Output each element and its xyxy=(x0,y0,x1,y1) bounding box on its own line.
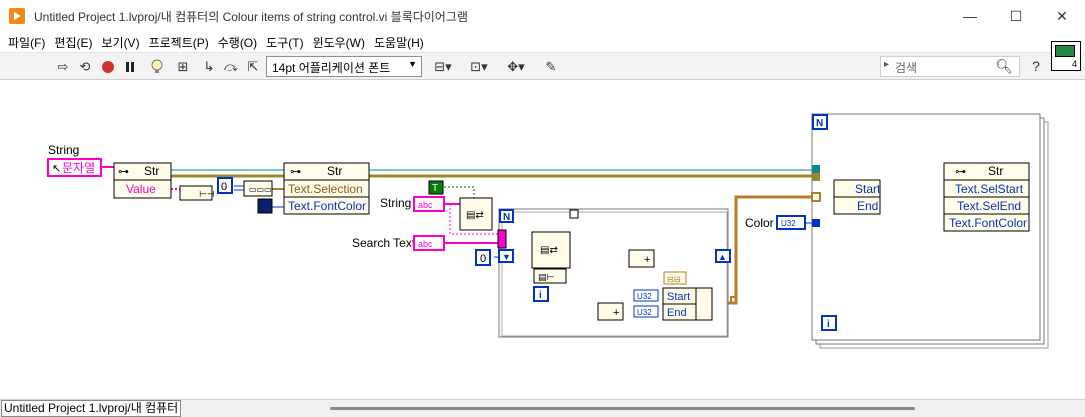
const-zero-value: 0 xyxy=(221,181,227,193)
run-arrow-icon[interactable]: ⇨ xyxy=(54,58,72,76)
string-terminal-label: 문자열 xyxy=(62,161,95,175)
const-zero-loop-value: 0 xyxy=(480,253,486,265)
down-arrow-icon: ▼ xyxy=(502,252,511,262)
title-bar: Untitled Project 1.lvproj/내 컴퓨터의 Colour … xyxy=(0,0,1085,32)
menu-operate[interactable]: 수행(O) xyxy=(214,34,261,51)
bundle-end-label: End xyxy=(667,307,687,319)
status-bar: Untitled Project 1.lvproj/내 컴퓨터 xyxy=(0,399,1085,417)
abc-glyph-2: abc xyxy=(418,239,433,249)
text-selend-label: Text.SelEnd xyxy=(957,199,1021,213)
menu-window[interactable]: 윈도우(W) xyxy=(309,34,369,51)
i-glyph-1: i xyxy=(539,290,542,301)
color-u32-label: U32 xyxy=(781,219,796,228)
search-input[interactable]: ▸ 검색 🔍︎ xyxy=(880,56,1020,77)
close-button[interactable]: ✕ xyxy=(1039,0,1085,32)
step-over-icon[interactable]: ⤼ xyxy=(222,58,240,76)
boolean-wire[interactable] xyxy=(444,186,475,198)
toolbar: ⇨ ⟲ ⊞ ↳ ⤼ ⇱ 14pt 어플리케이션 폰트 ▼ ⊟▾ ⊡▾ ✥▾ ✎ … xyxy=(0,52,1085,80)
align-objects-icon[interactable]: ⊟▾ xyxy=(430,58,456,76)
minimize-button[interactable]: — xyxy=(947,0,993,32)
distribute-objects-icon[interactable]: ⊡▾ xyxy=(466,58,492,76)
reorder-icon[interactable]: ✥▾ xyxy=(503,58,529,76)
menu-view[interactable]: 보기(V) xyxy=(97,34,143,51)
window-title: Untitled Project 1.lvproj/내 컴퓨터의 Colour … xyxy=(34,9,468,24)
u32-label-2: U32 xyxy=(637,308,652,317)
property-node-refnum-icon: ⊶ xyxy=(290,166,301,178)
string-control-label: String xyxy=(48,143,79,157)
unbundle-start-label: Start xyxy=(855,182,881,196)
up-arrow-icon: ▲ xyxy=(718,252,727,262)
color-box-constant[interactable] xyxy=(257,198,273,214)
u32-label-1: U32 xyxy=(637,292,652,301)
retain-wire-values-icon[interactable]: ⊞ xyxy=(174,58,192,76)
true-constant-label: T xyxy=(432,183,438,194)
property-node-2-class: Str xyxy=(327,164,342,178)
menu-file[interactable]: 파일(F) xyxy=(4,34,49,51)
font-select-value: 14pt 어플리케이션 폰트 xyxy=(272,61,391,75)
cluster-constant-glyph: ⊟⊟ xyxy=(667,275,680,284)
diagram-canvas: String ↖ 문자열 ⊶ Str Value ⊢⊣ 0 ▭▭▭ ⊶ Str … xyxy=(47,113,1049,349)
clean-up-diagram-icon[interactable]: ✎ xyxy=(540,58,562,76)
refnum-glyph-icon: ↖ xyxy=(52,163,61,175)
search-placeholder: 검색 xyxy=(895,61,918,75)
bundle-glyph-icon: ▭▭▭ xyxy=(249,185,272,194)
length-glyph-inner: ▤⊢ xyxy=(538,272,555,282)
context-help-icon[interactable]: ? xyxy=(1027,58,1045,76)
match-pattern-inner-glyph: ▤⇄ xyxy=(540,245,558,256)
status-path: Untitled Project 1.lvproj/내 컴퓨터 xyxy=(1,400,182,417)
horizontal-scrollbar[interactable] xyxy=(330,407,915,410)
dropdown-arrow-icon: ▼ xyxy=(408,59,417,69)
connector-pane-count: 4 xyxy=(1071,59,1077,69)
menu-edit[interactable]: 편집(E) xyxy=(50,34,96,51)
match-pattern-glyph-icon: ▤⇄ xyxy=(466,210,484,221)
block-diagram[interactable]: String ↖ 문자열 ⊶ Str Value ⊢⊣ 0 ▭▭▭ ⊶ Str … xyxy=(0,81,1085,399)
pause-icon[interactable] xyxy=(121,58,139,76)
error-tunnel[interactable] xyxy=(812,173,820,181)
highlight-execution-icon[interactable] xyxy=(148,58,166,76)
search-options-icon[interactable]: ▸ xyxy=(884,59,889,70)
abc-glyph-1: abc xyxy=(418,200,433,210)
property-node-1-class: Str xyxy=(144,164,159,178)
step-out-icon[interactable]: ⇱ xyxy=(244,58,262,76)
search-icon[interactable]: 🔍︎ xyxy=(995,58,1013,75)
n-glyph: N xyxy=(503,212,510,223)
text-fontcolor-2-label: Text.FontColor xyxy=(949,216,1027,230)
run-continuously-icon[interactable]: ⟲ xyxy=(76,58,94,76)
string-shift-register[interactable] xyxy=(497,229,507,249)
property-node-refnum-icon: ⊶ xyxy=(955,166,966,178)
maximize-button[interactable]: ☐ xyxy=(993,0,1039,32)
text-selstart-label: Text.SelStart xyxy=(955,182,1024,196)
vi-icon[interactable]: 4 xyxy=(1051,41,1081,71)
menu-help[interactable]: 도움말(H) xyxy=(370,34,428,51)
color-tunnel[interactable] xyxy=(812,219,820,227)
menu-project[interactable]: 프로젝트(P) xyxy=(145,34,213,51)
unbundle-end-label: End xyxy=(857,199,878,213)
abort-icon[interactable] xyxy=(99,58,117,76)
labview-app-icon xyxy=(9,8,25,24)
text-fontcolor-label: Text.FontColor xyxy=(288,199,366,213)
search-text-label: Search Text xyxy=(352,236,416,250)
plus-glyph-1: + xyxy=(644,254,650,266)
loop-tunnel[interactable] xyxy=(569,209,579,219)
font-select[interactable]: 14pt 어플리케이션 폰트 ▼ xyxy=(266,56,422,77)
color-label: Color xyxy=(745,216,774,230)
menu-bar: 파일(F) 편집(E) 보기(V) 프로젝트(P) 수행(O) 도구(T) 윈도… xyxy=(0,32,1085,52)
property-node-3-class: Str xyxy=(988,164,1003,178)
plus-glyph-2: + xyxy=(613,307,619,319)
text-selection-label: Text.Selection xyxy=(288,182,363,196)
refnum-tunnel[interactable] xyxy=(812,165,820,173)
length-glyph-icon: ⊢⊣ xyxy=(199,189,215,199)
property-node-refnum-icon: ⊶ xyxy=(118,166,129,178)
build-array-function[interactable] xyxy=(695,287,713,321)
step-into-icon[interactable]: ↳ xyxy=(200,58,218,76)
menu-tools[interactable]: 도구(T) xyxy=(262,34,307,51)
i-glyph-2: i xyxy=(827,319,830,330)
string-indicator-label: String xyxy=(380,196,411,210)
bundle-start-label: Start xyxy=(667,291,690,303)
n-glyph-2: N xyxy=(816,118,823,129)
property-value-label: Value xyxy=(126,182,156,196)
cluster-tunnel[interactable] xyxy=(811,192,821,202)
numeric-wire[interactable] xyxy=(234,185,244,191)
